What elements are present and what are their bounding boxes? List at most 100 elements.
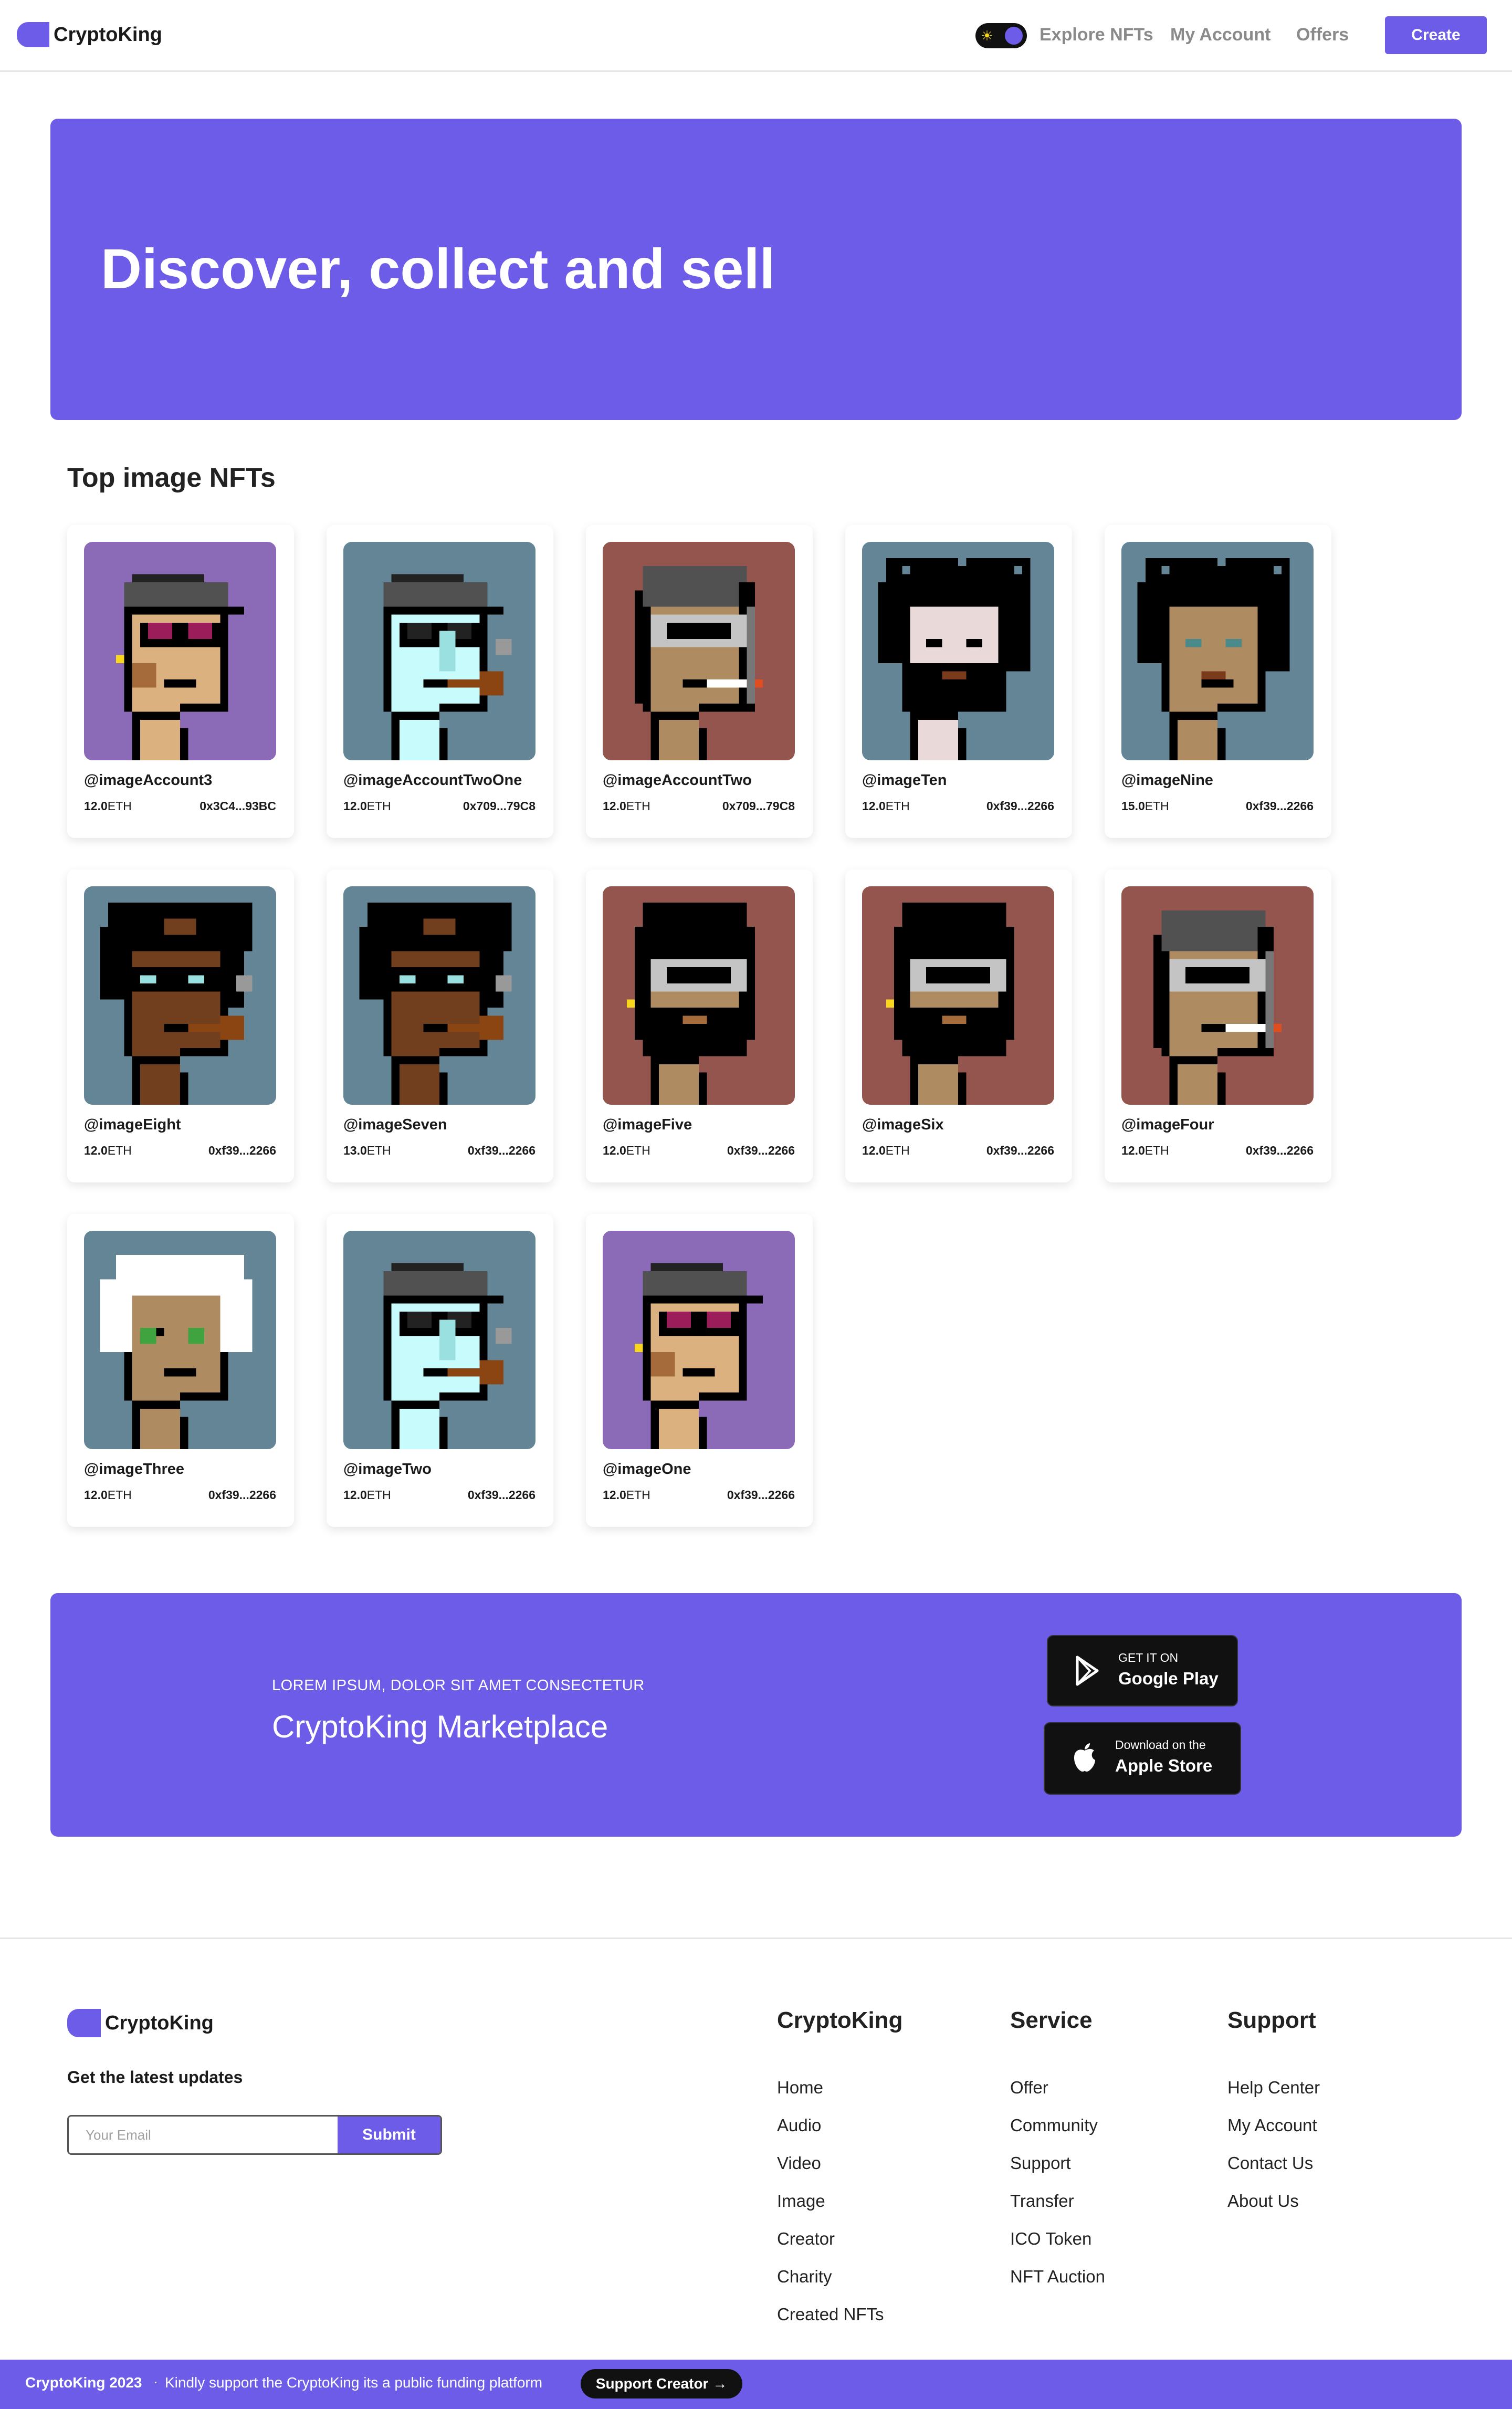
nft-price-value: 12.0 xyxy=(862,1144,886,1157)
submit-button[interactable]: Submit xyxy=(338,2117,440,2153)
nft-owner-address: 0xf39...2266 xyxy=(727,1488,795,1502)
footer-link-contact-us[interactable]: Contact Us xyxy=(1227,2151,1320,2188)
nft-price-unit: ETH xyxy=(107,1144,132,1157)
nft-handle[interactable]: @imageThree xyxy=(84,1461,184,1478)
nft-image[interactable] xyxy=(343,1231,536,1449)
brand-logo[interactable]: CryptoKing xyxy=(17,22,162,47)
footer-link-my-account[interactable]: My Account xyxy=(1227,2113,1320,2151)
footer-brand-name: CryptoKing xyxy=(105,2012,214,2034)
nft-owner-address: 0xf39...2266 xyxy=(986,799,1054,813)
footer-link-video[interactable]: Video xyxy=(777,2151,903,2188)
nft-image[interactable] xyxy=(84,1231,276,1449)
footer-logo[interactable]: CryptoKing xyxy=(67,2009,214,2037)
nft-price-unit: ETH xyxy=(626,1488,650,1502)
nft-owner-address: 0xf39...2266 xyxy=(727,1144,795,1157)
footer-link-creator[interactable]: Creator xyxy=(777,2226,903,2264)
footer-link-created-nfts[interactable]: Created NFTs xyxy=(777,2302,903,2340)
nft-price-unit: ETH xyxy=(366,1144,391,1157)
nft-card[interactable]: @imageTwo 12.0ETH 0xf39...2266 xyxy=(327,1214,553,1527)
top-navbar: CryptoKing ☀ Explore NFTs My Account Off… xyxy=(0,0,1512,72)
promo-eyebrow: LOREM IPSUM, DOLOR SIT AMET CONSECTETUR xyxy=(272,1677,645,1694)
nft-card[interactable]: @imageSix 12.0ETH 0xf39...2266 xyxy=(845,870,1072,1182)
footer-link-community[interactable]: Community xyxy=(1010,2113,1105,2151)
nft-price-value: 12.0 xyxy=(343,799,367,813)
nft-price-value: 12.0 xyxy=(603,799,626,813)
nft-image[interactable] xyxy=(862,542,1054,760)
nft-price: 13.0ETH xyxy=(343,1144,391,1158)
nft-handle[interactable]: @imageTwo xyxy=(343,1461,432,1478)
nft-handle[interactable]: @imageAccountTwoOne xyxy=(343,772,522,789)
nft-handle[interactable]: @imageEight xyxy=(84,1116,181,1134)
footer-link-home[interactable]: Home xyxy=(777,2075,903,2113)
nft-owner-address: 0xf39...2266 xyxy=(1245,799,1314,813)
footer-col-title: Support xyxy=(1227,2007,1316,2033)
nav-link-my-account[interactable]: My Account xyxy=(1170,23,1270,46)
nft-price-unit: ETH xyxy=(885,1144,910,1157)
nft-card[interactable]: @imageAccountTwoOne 12.0ETH 0x709...79C8 xyxy=(327,525,553,838)
nft-image[interactable] xyxy=(84,886,276,1105)
nft-handle[interactable]: @imageNine xyxy=(1121,772,1213,789)
nav-link-explore-nfts[interactable]: Explore NFTs xyxy=(1040,23,1153,46)
footer-link-transfer[interactable]: Transfer xyxy=(1010,2188,1105,2226)
footer-link-offer[interactable]: Offer xyxy=(1010,2075,1105,2113)
nft-card[interactable]: @imageTen 12.0ETH 0xf39...2266 xyxy=(845,525,1072,838)
nft-owner-address: 0x3C4...93BC xyxy=(200,799,276,813)
footer-link-about-us[interactable]: About Us xyxy=(1227,2188,1320,2226)
nft-price: 12.0ETH xyxy=(603,1488,650,1502)
nft-price: 12.0ETH xyxy=(343,1488,391,1502)
nft-owner-address: 0xf39...2266 xyxy=(986,1144,1054,1157)
footer-link-image[interactable]: Image xyxy=(777,2188,903,2226)
nft-card[interactable]: @imageAccount3 12.0ETH 0x3C4...93BC xyxy=(67,525,294,838)
nft-handle[interactable]: @imageSix xyxy=(862,1116,944,1134)
footer-link-support[interactable]: Support xyxy=(1010,2151,1105,2188)
nft-handle[interactable]: @imageSeven xyxy=(343,1116,447,1134)
google-play-button[interactable]: GET IT ON Google Play xyxy=(1047,1635,1238,1706)
nft-card[interactable]: @imageEight 12.0ETH 0xf39...2266 xyxy=(67,870,294,1182)
nft-image[interactable] xyxy=(1121,886,1314,1105)
nft-handle[interactable]: @imageAccountTwo xyxy=(603,772,752,789)
nft-card[interactable]: @imageSeven 13.0ETH 0xf39...2266 xyxy=(327,870,553,1182)
bottom-bar: CryptoKing 2023 · Kindly support the Cry… xyxy=(0,2360,1512,2409)
apple-store-button[interactable]: Download on the Apple Store xyxy=(1044,1722,1241,1795)
footer-col-cryptoking: CryptoKing Home Audio Video Image Creato… xyxy=(777,2006,903,2340)
nft-handle[interactable]: @imageFive xyxy=(603,1116,692,1134)
nft-image[interactable] xyxy=(84,542,276,760)
nft-handle[interactable]: @imageAccount3 xyxy=(84,772,212,789)
nft-card[interactable]: @imageNine 15.0ETH 0xf39...2266 xyxy=(1105,525,1331,838)
nft-card[interactable]: @imageFive 12.0ETH 0xf39...2266 xyxy=(586,870,813,1182)
nft-image[interactable] xyxy=(603,886,795,1105)
nft-handle[interactable]: @imageTen xyxy=(862,772,947,789)
email-input[interactable] xyxy=(69,2117,338,2153)
nft-price-value: 13.0 xyxy=(343,1144,367,1157)
nft-image[interactable] xyxy=(343,886,536,1105)
nft-image[interactable] xyxy=(603,1231,795,1449)
nft-image[interactable] xyxy=(603,542,795,760)
apple-store-big: Apple Store xyxy=(1115,1756,1213,1775)
support-creator-button[interactable]: Support Creator → xyxy=(581,2369,742,2398)
footer-link-nft-auction[interactable]: NFT Auction xyxy=(1010,2264,1105,2302)
nft-card[interactable]: @imageOne 12.0ETH 0xf39...2266 xyxy=(586,1214,813,1527)
nft-image[interactable] xyxy=(862,886,1054,1105)
nft-price-value: 12.0 xyxy=(1121,1144,1145,1157)
nft-price: 12.0ETH xyxy=(603,799,650,813)
nft-handle[interactable]: @imageOne xyxy=(603,1461,691,1478)
footer-link-help-center[interactable]: Help Center xyxy=(1227,2075,1320,2113)
nft-price: 12.0ETH xyxy=(84,799,132,813)
funding-message: Kindly support the CryptoKing its a publ… xyxy=(165,2374,543,2391)
nft-price-unit: ETH xyxy=(1144,1144,1169,1157)
nft-handle[interactable]: @imageFour xyxy=(1121,1116,1214,1134)
footer-link-audio[interactable]: Audio xyxy=(777,2113,903,2151)
create-button[interactable]: Create xyxy=(1385,16,1487,54)
footer-col-title: CryptoKing xyxy=(777,2007,903,2033)
nft-image[interactable] xyxy=(1121,542,1314,760)
newsletter-form: Submit xyxy=(67,2115,442,2155)
nft-price: 12.0ETH xyxy=(1121,1144,1169,1158)
nft-image[interactable] xyxy=(343,542,536,760)
footer-link-charity[interactable]: Charity xyxy=(777,2264,903,2302)
nft-card[interactable]: @imageAccountTwo 12.0ETH 0x709...79C8 xyxy=(586,525,813,838)
nav-link-offers[interactable]: Offers xyxy=(1296,23,1349,46)
theme-toggle[interactable]: ☀ xyxy=(975,23,1027,48)
footer-link-ico-token[interactable]: ICO Token xyxy=(1010,2226,1105,2264)
nft-card[interactable]: @imageFour 12.0ETH 0xf39...2266 xyxy=(1105,870,1331,1182)
nft-card[interactable]: @imageThree 12.0ETH 0xf39...2266 xyxy=(67,1214,294,1527)
